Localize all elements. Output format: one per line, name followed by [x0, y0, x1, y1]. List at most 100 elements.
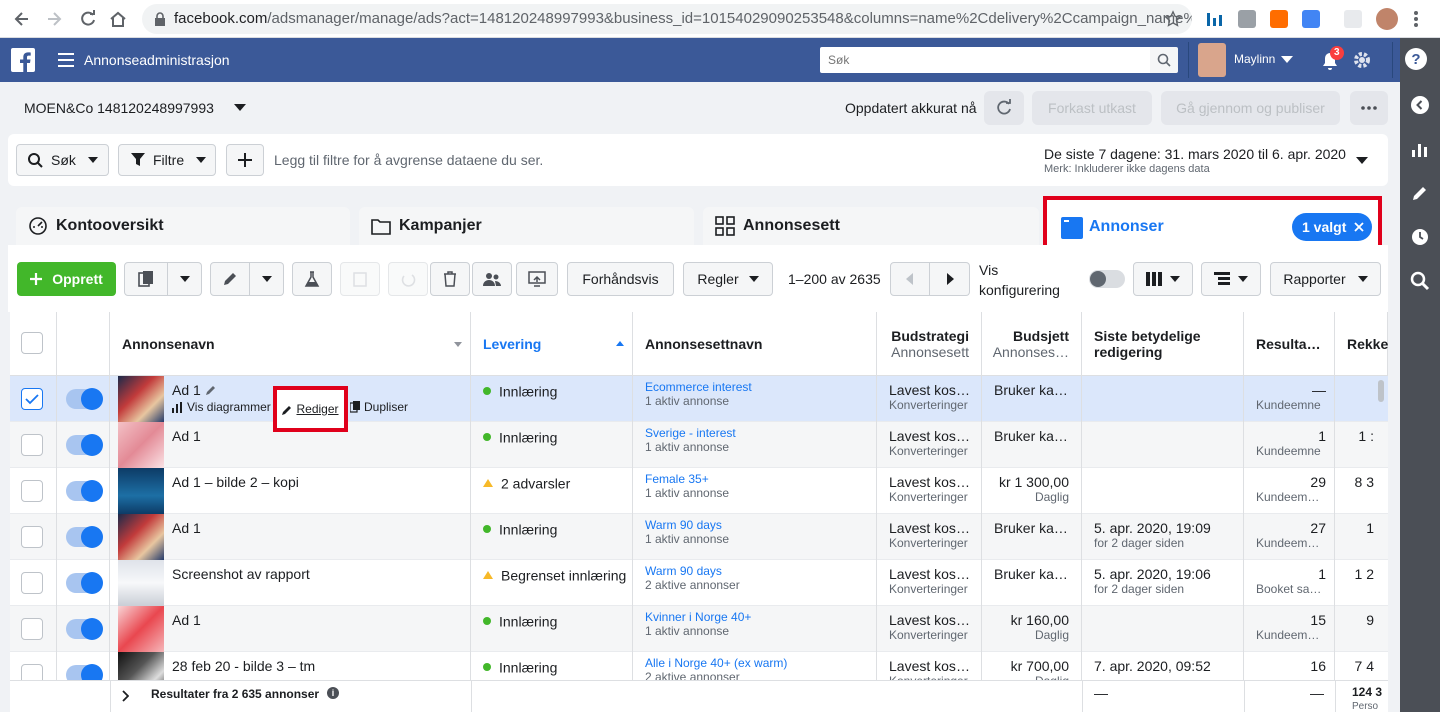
- row-checkbox[interactable]: [21, 572, 43, 594]
- archive-button[interactable]: [340, 262, 380, 296]
- add-filter-button[interactable]: [226, 144, 264, 176]
- star-icon[interactable]: [1164, 10, 1182, 28]
- col-header-budget[interactable]: Budsjett Annonses…: [982, 312, 1082, 376]
- delete-button[interactable]: [430, 262, 470, 296]
- discard-changes-button[interactable]: [388, 262, 428, 296]
- col-header-ad-name[interactable]: Annonsenavn: [110, 312, 471, 376]
- table-row[interactable]: Ad 1 Innlæring Sverige - interest 1 aktiv a…: [10, 422, 1388, 468]
- extension-code-icon[interactable]: [1238, 10, 1256, 28]
- header-search-input[interactable]: [828, 47, 1128, 73]
- settings-gear-icon[interactable]: [1352, 50, 1372, 70]
- ad-status-toggle[interactable]: [66, 618, 103, 640]
- edit-ad-link[interactable]: Rediger: [273, 386, 348, 432]
- duplicate-ad-link[interactable]: Dupliser: [350, 400, 408, 414]
- ad-name[interactable]: Ad 1 – bilde 2 – kopi: [172, 474, 299, 490]
- expand-footer-icon[interactable]: [122, 690, 129, 702]
- tab-account-overview[interactable]: Kontooversikt: [16, 207, 350, 245]
- adset-link[interactable]: Female 35+: [645, 472, 876, 486]
- date-range-label[interactable]: De siste 7 dagene: 31. mars 2020 til 6. …: [1044, 146, 1346, 162]
- user-avatar[interactable]: [1198, 43, 1226, 77]
- edit-rail-icon[interactable]: [1409, 182, 1431, 204]
- row-checkbox[interactable]: [21, 526, 43, 548]
- review-publish-button[interactable]: Gå gjennom og publiser: [1161, 91, 1340, 125]
- profile-avatar[interactable]: [1376, 8, 1398, 30]
- table-row[interactable]: Ad 1 Innlæring Kvinner i Norge 40+ 1 aktiv …: [10, 606, 1388, 652]
- ad-status-toggle[interactable]: [66, 526, 103, 548]
- rename-pencil-icon[interactable]: [206, 384, 217, 395]
- create-button[interactable]: Opprett: [17, 262, 116, 296]
- ad-name[interactable]: Ad 1: [172, 428, 201, 444]
- view-charts-link[interactable]: Vis diagrammer: [172, 400, 271, 414]
- user-menu-chevron-icon[interactable]: [1281, 56, 1293, 64]
- row-checkbox[interactable]: [21, 480, 43, 502]
- discard-draft-button[interactable]: Forkast utkast: [1032, 91, 1152, 125]
- inspect-rail-icon[interactable]: [1409, 270, 1431, 292]
- reload-icon[interactable]: [78, 9, 98, 29]
- ad-name[interactable]: Ad 1: [172, 382, 201, 398]
- next-page-button[interactable]: [930, 262, 970, 296]
- table-row[interactable]: Ad 1 – bilde 2 – kopi 2 advarsler Female 3…: [10, 468, 1388, 514]
- help-icon[interactable]: ?: [1405, 48, 1427, 70]
- table-row[interactable]: Screenshot av rapport Begrenset innlæring…: [10, 560, 1388, 606]
- ad-thumbnail[interactable]: [118, 422, 164, 468]
- home-icon[interactable]: [108, 9, 128, 29]
- adset-link[interactable]: Warm 90 days: [645, 518, 876, 532]
- extension-analytics-icon[interactable]: [1206, 10, 1224, 28]
- ad-thumbnail[interactable]: [118, 514, 164, 560]
- extension-rss-icon[interactable]: [1270, 10, 1288, 28]
- vertical-scrollbar[interactable]: [1378, 380, 1384, 402]
- header-search-button[interactable]: [1150, 47, 1178, 73]
- duplicate-dropdown-button[interactable]: [168, 262, 202, 296]
- selected-count-badge[interactable]: 1 valgt: [1292, 213, 1372, 241]
- ad-name[interactable]: Ad 1: [172, 520, 201, 536]
- export-button[interactable]: [516, 262, 558, 296]
- col-header-adset-name[interactable]: Annonsesettnavn: [633, 312, 877, 376]
- filters-dropdown-button[interactable]: Filtre: [118, 144, 216, 176]
- facebook-logo[interactable]: [11, 48, 35, 72]
- extension-pip-icon[interactable]: [1302, 10, 1320, 28]
- edit-button[interactable]: [210, 262, 250, 296]
- tab-adsets[interactable]: Annonsesett: [703, 207, 1039, 245]
- ad-status-toggle[interactable]: [66, 434, 103, 456]
- hamburger-menu-icon[interactable]: [58, 53, 74, 67]
- ad-name[interactable]: Ad 1: [172, 612, 201, 628]
- filter-input-placeholder[interactable]: Legg til filtre for å avgrense dataene d…: [274, 152, 543, 168]
- search-dropdown-button[interactable]: Søk: [16, 144, 109, 176]
- ad-name[interactable]: 28 feb 20 - bilde 3 – tm: [172, 658, 315, 674]
- info-icon[interactable]: i: [327, 687, 339, 699]
- row-checkbox[interactable]: [21, 618, 43, 640]
- reports-dropdown-button[interactable]: Rapporter: [1270, 262, 1381, 296]
- ad-status-toggle[interactable]: [66, 388, 103, 410]
- columns-button[interactable]: [1133, 262, 1193, 296]
- table-row[interactable]: Ad 1 Innlæring Warm 90 days 1 aktiv annonse…: [10, 514, 1388, 560]
- view-config-toggle[interactable]: [1089, 270, 1125, 288]
- adset-link[interactable]: Kvinner i Norge 40+: [645, 610, 876, 624]
- ad-status-toggle[interactable]: [66, 480, 103, 502]
- row-checkbox[interactable]: [21, 434, 43, 456]
- forward-icon[interactable]: [44, 9, 64, 29]
- edit-dropdown-button[interactable]: [250, 262, 284, 296]
- ad-thumbnail[interactable]: [118, 606, 164, 652]
- account-name[interactable]: MOEN&Co 148120248997993: [24, 100, 214, 116]
- account-dropdown-icon[interactable]: [234, 104, 246, 112]
- ab-test-button[interactable]: [292, 262, 332, 296]
- address-bar[interactable]: facebook.com/adsmanager/manage/ads?act=1…: [142, 4, 1192, 34]
- refresh-button[interactable]: [984, 91, 1024, 125]
- history-rail-icon[interactable]: [1409, 226, 1431, 248]
- ad-thumbnail[interactable]: [118, 560, 164, 606]
- ad-name[interactable]: Screenshot av rapport: [172, 566, 310, 582]
- back-icon[interactable]: [12, 9, 32, 29]
- collapse-rail-icon[interactable]: [1409, 94, 1431, 116]
- duplicate-button[interactable]: [124, 262, 168, 296]
- breakdown-button[interactable]: [1201, 262, 1261, 296]
- col-header-reach[interactable]: Rekkev: [1335, 312, 1388, 376]
- chart-rail-icon[interactable]: [1409, 138, 1431, 160]
- preview-button[interactable]: Forhåndsvis: [567, 262, 674, 296]
- col-header-delivery[interactable]: Levering: [471, 312, 633, 376]
- ad-status-toggle[interactable]: [66, 572, 103, 594]
- date-range-chevron-icon[interactable]: [1356, 157, 1368, 165]
- ad-thumbnail[interactable]: [118, 468, 164, 514]
- tab-campaigns[interactable]: Kampanjer: [359, 207, 694, 245]
- col-header-last-edit[interactable]: Siste betydelige redigering: [1082, 312, 1244, 376]
- adset-link[interactable]: Ecommerce interest: [645, 380, 876, 394]
